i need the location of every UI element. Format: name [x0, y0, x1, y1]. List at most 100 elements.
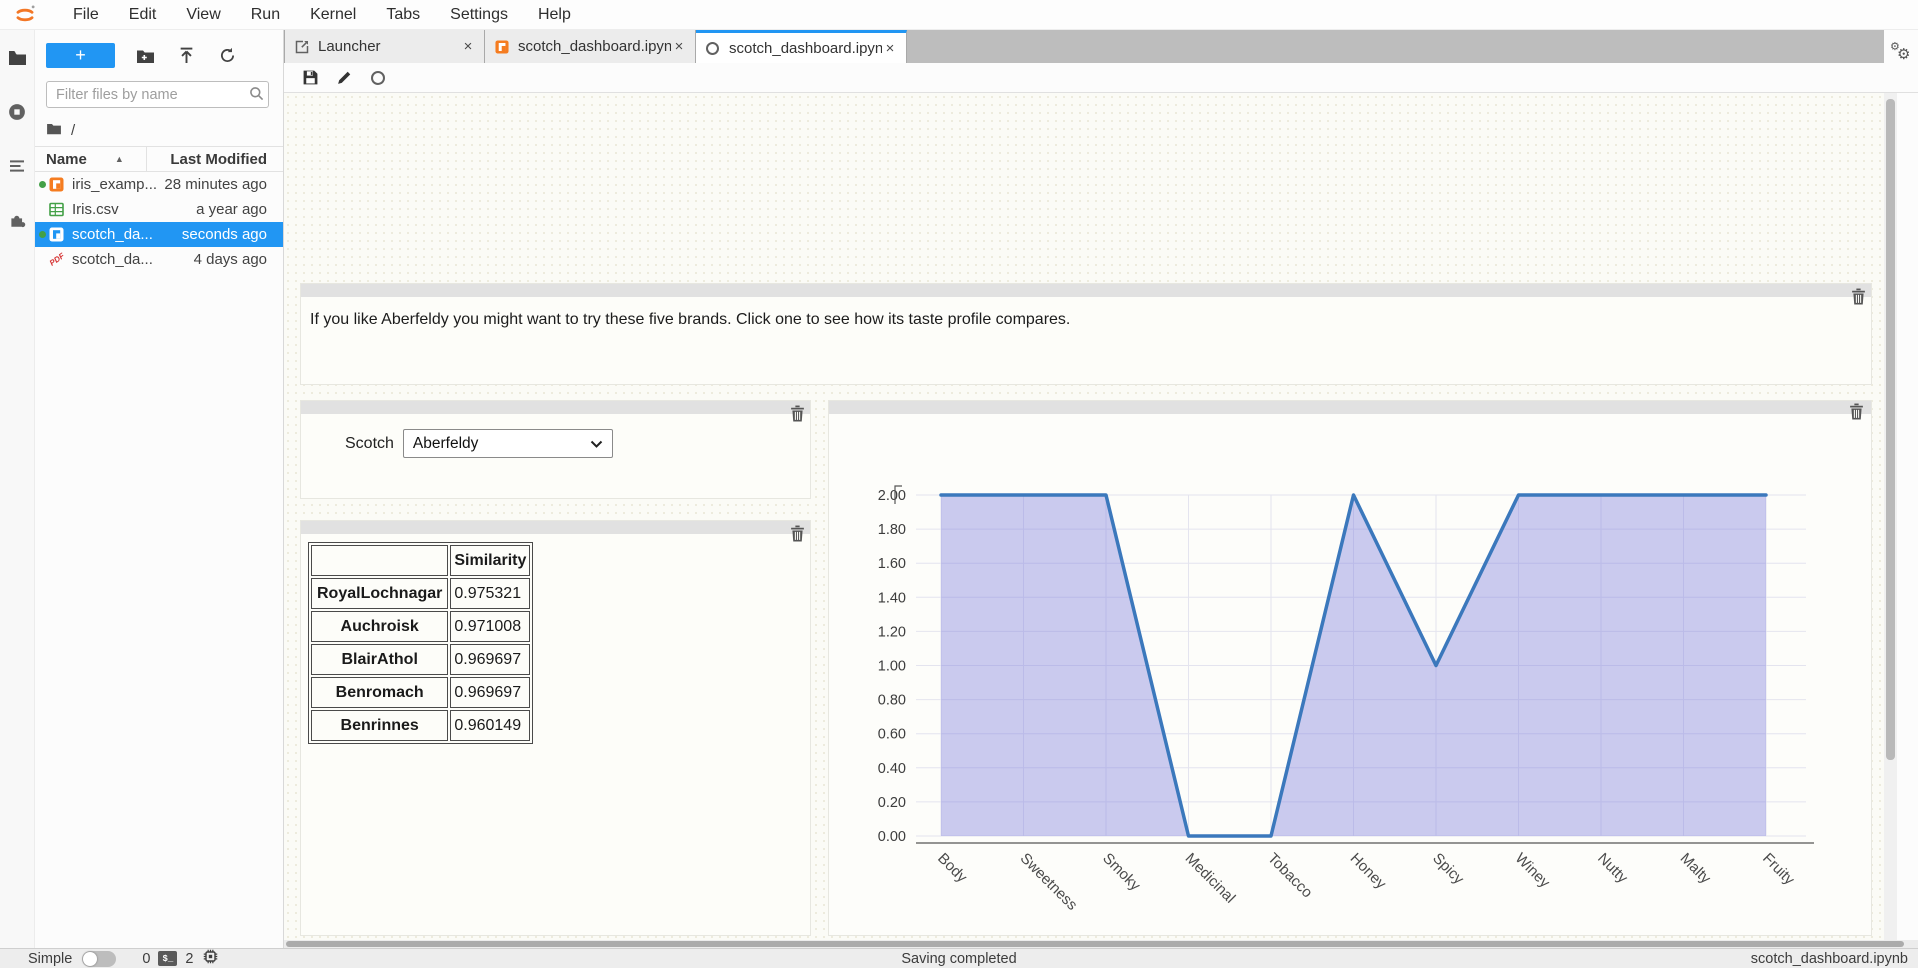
- tabs-strip: Launcher × scotch_dashboard.ipynb × scot…: [284, 30, 1884, 63]
- svg-text:Malty: Malty: [1677, 850, 1715, 888]
- file-browser-icon[interactable]: [7, 48, 27, 68]
- file-name: scotch_da...: [72, 226, 153, 243]
- edit-pencil-icon[interactable]: [334, 68, 354, 88]
- dashboard-area: If you like Aberfeldy you might want to …: [284, 93, 1884, 940]
- markdown-cell: If you like Aberfeldy you might want to …: [300, 283, 1872, 385]
- file-row[interactable]: iris_examp... 28 minutes ago: [35, 172, 283, 197]
- svg-text:Smoky: Smoky: [1099, 850, 1144, 895]
- table-row[interactable]: Auchroisk 0.971008: [311, 611, 530, 642]
- kernel-chip-icon[interactable]: [203, 949, 218, 968]
- kernels-count[interactable]: 2: [185, 951, 193, 967]
- running-dot: [39, 231, 46, 238]
- scotch-selected-value: Aberfeldy: [413, 435, 590, 453]
- svg-text:2.00: 2.00: [878, 488, 906, 504]
- tab-label: scotch_dashboard.ipynb: [518, 38, 671, 55]
- file-row[interactable]: PDF scotch_da... 4 days ago: [35, 247, 283, 272]
- cell-drag-handle[interactable]: [301, 521, 810, 534]
- tab-scotch-dashboard-2[interactable]: scotch_dashboard.ipynb ×: [696, 30, 907, 63]
- menu-run[interactable]: Run: [236, 2, 295, 28]
- simple-mode-label: Simple: [28, 951, 72, 967]
- breadcrumb[interactable]: /: [35, 108, 283, 140]
- file-modified: a year ago: [119, 201, 283, 218]
- file-row[interactable]: Iris.csv a year ago: [35, 197, 283, 222]
- svg-text:0.60: 0.60: [878, 727, 906, 743]
- new-folder-icon[interactable]: [135, 45, 156, 66]
- terminals-count[interactable]: 0: [142, 951, 150, 967]
- close-icon[interactable]: ×: [882, 40, 898, 57]
- menu-view[interactable]: View: [171, 2, 235, 28]
- svg-text:0.20: 0.20: [878, 795, 906, 811]
- tab-scotch-dashboard-1[interactable]: scotch_dashboard.ipynb ×: [485, 30, 696, 63]
- file-browser-panel: + / Name ▲: [35, 30, 284, 948]
- close-icon[interactable]: ×: [460, 38, 476, 55]
- menu-edit[interactable]: Edit: [114, 2, 172, 28]
- menu-tabs[interactable]: Tabs: [371, 2, 435, 28]
- terminal-icon[interactable]: $_: [158, 951, 177, 966]
- svg-text:Body: Body: [934, 850, 971, 887]
- notebook-file-icon: [49, 177, 65, 192]
- menu-kernel[interactable]: Kernel: [295, 2, 371, 28]
- table-row[interactable]: Benrinnes 0.960149: [311, 710, 530, 741]
- notebook-file-icon: [49, 227, 65, 242]
- svg-text:Winey: Winey: [1512, 850, 1554, 892]
- right-toolbar: ⚙⚙: [1884, 30, 1918, 63]
- extensions-icon[interactable]: [7, 210, 27, 230]
- menu-file[interactable]: File: [58, 2, 114, 28]
- column-name[interactable]: Name ▲: [35, 147, 147, 171]
- save-icon[interactable]: [300, 68, 320, 88]
- table-of-contents-icon[interactable]: [7, 156, 27, 176]
- sidebar-rail: [0, 30, 35, 948]
- scrollbar-thumb[interactable]: [1886, 99, 1895, 760]
- status-message: Saving completed: [901, 951, 1016, 967]
- table-row[interactable]: BlairAthol 0.969697: [311, 644, 530, 675]
- kernel-status-icon[interactable]: [368, 68, 388, 88]
- menu-help[interactable]: Help: [523, 2, 586, 28]
- taste-profile-chart[interactable]: 0.000.200.400.600.801.001.201.401.601.80…: [829, 401, 1873, 937]
- horizontal-scrollbar[interactable]: [284, 940, 1918, 948]
- vertical-scrollbar[interactable]: [1884, 93, 1897, 940]
- file-modified: 28 minutes ago: [157, 176, 283, 193]
- status-bar: Simple 0 $_ 2 Saving completed scotch_da…: [0, 948, 1918, 968]
- upload-icon[interactable]: [176, 45, 197, 66]
- close-icon[interactable]: ×: [671, 38, 687, 55]
- search-icon: [249, 86, 265, 106]
- trash-icon[interactable]: [1849, 286, 1867, 306]
- menu-settings[interactable]: Settings: [435, 2, 523, 28]
- file-name: iris_examp...: [72, 176, 157, 193]
- trash-icon[interactable]: [788, 403, 806, 423]
- right-edge-panel: [1897, 93, 1918, 940]
- file-row-selected[interactable]: scotch_da... seconds ago: [35, 222, 283, 247]
- running-kernels-icon[interactable]: [7, 102, 27, 122]
- breadcrumb-root[interactable]: /: [71, 122, 75, 139]
- pdf-file-icon: PDF: [49, 255, 65, 264]
- simple-mode-toggle[interactable]: [82, 951, 116, 967]
- new-launcher-button[interactable]: +: [46, 43, 115, 68]
- table-row[interactable]: Benromach 0.969697: [311, 677, 530, 708]
- file-list-header: Name ▲ Last Modified: [35, 146, 283, 172]
- filter-files-input[interactable]: [46, 81, 269, 108]
- tab-label: scotch_dashboard.ipynb: [729, 40, 882, 57]
- scotch-label: Scotch: [345, 435, 394, 453]
- status-filename: scotch_dashboard.ipynb: [1751, 951, 1918, 967]
- trash-icon[interactable]: [1849, 403, 1867, 423]
- refresh-icon[interactable]: [217, 45, 238, 66]
- notebook-toolbar: [284, 63, 1918, 93]
- column-last-modified[interactable]: Last Modified: [147, 151, 283, 168]
- sort-ascending-icon: ▲: [115, 154, 124, 164]
- scotch-select[interactable]: Aberfeldy: [403, 429, 613, 458]
- table-row[interactable]: RoyalLochnagar 0.975321: [311, 578, 530, 609]
- svg-text:1.40: 1.40: [878, 590, 906, 606]
- settings-gears-icon[interactable]: ⚙⚙: [1890, 40, 1912, 62]
- file-name: Iris.csv: [72, 201, 119, 218]
- cell-drag-handle[interactable]: [301, 284, 1871, 297]
- cell-drag-handle[interactable]: [301, 401, 810, 414]
- svg-text:Nutty: Nutty: [1594, 850, 1631, 887]
- notebook-icon: [495, 40, 511, 54]
- scrollbar-thumb[interactable]: [286, 941, 1904, 947]
- svg-text:1.00: 1.00: [878, 659, 906, 675]
- svg-text:Sweetness: Sweetness: [1017, 850, 1081, 914]
- tab-launcher[interactable]: Launcher ×: [284, 30, 485, 63]
- similarity-table: Similarity RoyalLochnagar 0.975321 Auchr…: [308, 542, 533, 744]
- svg-text:0.80: 0.80: [878, 693, 906, 709]
- trash-icon[interactable]: [788, 523, 806, 543]
